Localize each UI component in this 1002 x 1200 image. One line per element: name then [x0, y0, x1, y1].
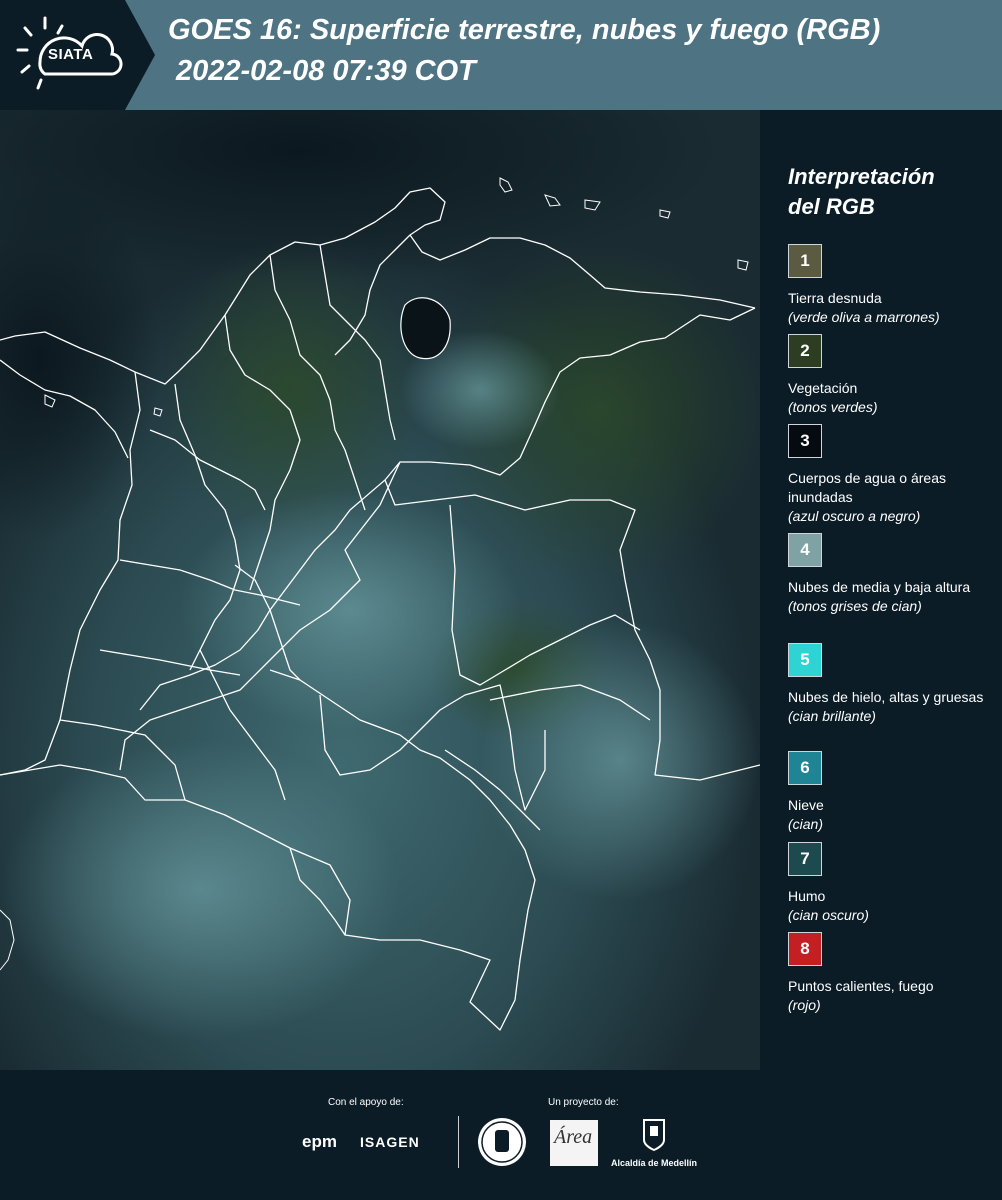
support-label: Con el apoyo de:	[328, 1097, 404, 1108]
page-title: GOES 16: Superficie terrestre, nubes y f…	[168, 14, 881, 46]
lake-maracaibo	[400, 297, 451, 360]
legend-title-line1: Interpretación	[788, 164, 935, 189]
header: SIATA GOES 16: Superficie terrestre, nub…	[0, 0, 1002, 110]
legend-swatch: 1	[788, 244, 822, 278]
legend-swatch: 4	[788, 533, 822, 567]
legend-item-label: Nieve	[788, 797, 824, 813]
legend-item-label: Tierra desnuda	[788, 290, 882, 306]
legend-swatch: 3	[788, 424, 822, 458]
legend-item-sub: (rojo)	[788, 997, 821, 1013]
footer: Con el apoyo de: Un proyecto de: epm ISA…	[0, 1070, 1002, 1200]
siata-logo-text: SIATA	[48, 46, 94, 63]
legend-item: 4 Nubes de media y baja altura (tonos gr…	[788, 533, 993, 616]
legend-swatch: 2	[788, 334, 822, 368]
legend-panel: Interpretación del RGB 1 Tierra desnuda …	[760, 110, 1002, 1070]
legend-item: 7 Humo (cian oscuro)	[788, 842, 993, 925]
legend-item: 8 Puntos calientes, fuego (rojo)	[788, 932, 993, 1015]
legend-item: 3 Cuerpos de agua o áreas inundadas (azu…	[788, 424, 993, 526]
legend-item: 2 Vegetación (tonos verdes)	[788, 334, 993, 417]
legend-item-label: Puntos calientes, fuego	[788, 978, 934, 994]
legend-item-sub: (verde oliva a marrones)	[788, 309, 940, 325]
legend-item: 6 Nieve (cian)	[788, 751, 993, 834]
legend-title-line2: del RGB	[788, 194, 875, 219]
legend-item-label: Vegetación	[788, 380, 858, 396]
legend-item-sub: (cian)	[788, 816, 824, 832]
seal-icon	[478, 1118, 526, 1166]
area-metropolitana-logo: Área	[550, 1120, 598, 1166]
legend-swatch: 5	[788, 643, 822, 677]
alcaldia-shield-icon	[643, 1119, 665, 1152]
footer-divider	[458, 1116, 459, 1168]
epm-logo: epm	[302, 1132, 337, 1151]
legend-title: Interpretación del RGB	[788, 162, 988, 222]
legend-item-sub: (cian brillante)	[788, 708, 876, 724]
legend-item-sub: (cian oscuro)	[788, 907, 869, 923]
legend-item-label: Nubes de media y baja altura	[788, 579, 971, 595]
legend-item: 5 Nubes de hielo, altas y gruesas (cian …	[788, 643, 993, 726]
legend-item-label: Humo	[788, 888, 826, 904]
legend-swatch: 8	[788, 932, 822, 966]
legend-item-label: Cuerpos de agua o áreas inundadas	[788, 470, 946, 505]
legend-item-sub: (azul oscuro a negro)	[788, 508, 921, 524]
isagen-logo: ISAGEN	[360, 1134, 420, 1150]
legend-item-sub: (tonos verdes)	[788, 399, 878, 415]
alcaldia-label: Alcaldía de Medellín	[611, 1158, 698, 1168]
timestamp: 2022-02-08 07:39 COT	[176, 55, 476, 87]
siata-logo: SIATA	[0, 0, 155, 110]
legend-swatch: 7	[788, 842, 822, 876]
project-label: Un proyecto de:	[548, 1097, 619, 1108]
legend-swatch: 6	[788, 751, 822, 785]
legend-item-label: Nubes de hielo, altas y gruesas	[788, 689, 984, 705]
satellite-map[interactable]	[0, 110, 760, 1070]
legend-item: 1 Tierra desnuda (verde oliva a marrones…	[788, 244, 993, 327]
legend-item-sub: (tonos grises de cian)	[788, 598, 922, 614]
